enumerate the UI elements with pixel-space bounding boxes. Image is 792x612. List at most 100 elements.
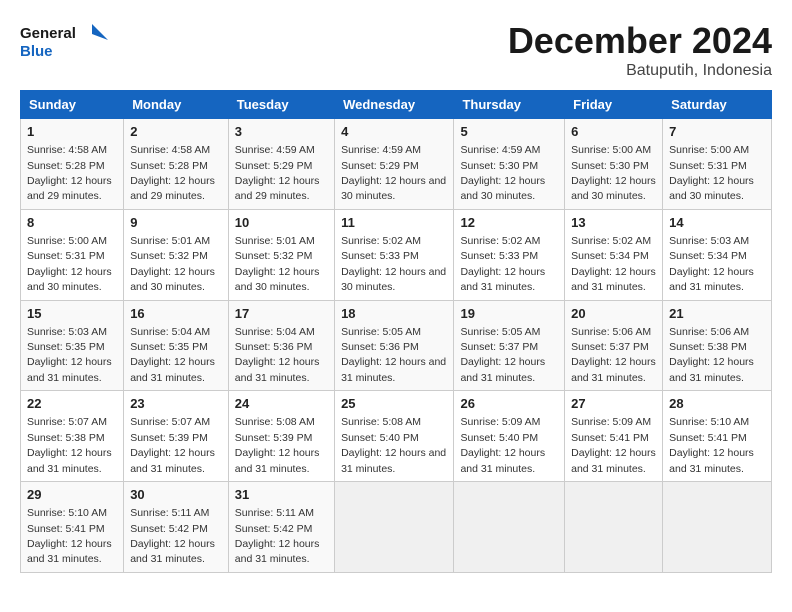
day-number: 12 bbox=[460, 214, 558, 232]
table-row: 5 Sunrise: 4:59 AMSunset: 5:30 PMDayligh… bbox=[454, 119, 565, 210]
day-info: Sunrise: 5:09 AMSunset: 5:41 PMDaylight:… bbox=[571, 416, 656, 474]
day-info: Sunrise: 4:59 AMSunset: 5:29 PMDaylight:… bbox=[341, 144, 446, 202]
table-row: 25 Sunrise: 5:08 AMSunset: 5:40 PMDaylig… bbox=[335, 391, 454, 482]
day-number: 27 bbox=[571, 395, 656, 413]
day-info: Sunrise: 5:02 AMSunset: 5:34 PMDaylight:… bbox=[571, 235, 656, 293]
header-row: Sunday Monday Tuesday Wednesday Thursday… bbox=[21, 91, 772, 119]
day-info: Sunrise: 5:00 AMSunset: 5:31 PMDaylight:… bbox=[669, 144, 754, 202]
day-number: 9 bbox=[130, 214, 222, 232]
table-row: 31 Sunrise: 5:11 AMSunset: 5:42 PMDaylig… bbox=[228, 482, 334, 573]
table-row: 7 Sunrise: 5:00 AMSunset: 5:31 PMDayligh… bbox=[663, 119, 772, 210]
logo: General Blue bbox=[20, 20, 110, 65]
location-title: Batuputih, Indonesia bbox=[508, 62, 772, 80]
calendar-row: 29 Sunrise: 5:10 AMSunset: 5:41 PMDaylig… bbox=[21, 482, 772, 573]
table-row: 15 Sunrise: 5:03 AMSunset: 5:35 PMDaylig… bbox=[21, 300, 124, 391]
day-info: Sunrise: 5:05 AMSunset: 5:37 PMDaylight:… bbox=[460, 326, 545, 384]
day-number: 22 bbox=[27, 395, 117, 413]
day-info: Sunrise: 4:58 AMSunset: 5:28 PMDaylight:… bbox=[27, 144, 112, 202]
day-info: Sunrise: 5:00 AMSunset: 5:31 PMDaylight:… bbox=[27, 235, 112, 293]
day-number: 24 bbox=[235, 395, 328, 413]
table-row bbox=[454, 482, 565, 573]
day-number: 30 bbox=[130, 486, 222, 504]
calendar-row: 15 Sunrise: 5:03 AMSunset: 5:35 PMDaylig… bbox=[21, 300, 772, 391]
day-info: Sunrise: 5:09 AMSunset: 5:40 PMDaylight:… bbox=[460, 416, 545, 474]
day-info: Sunrise: 4:59 AMSunset: 5:29 PMDaylight:… bbox=[235, 144, 320, 202]
day-number: 19 bbox=[460, 305, 558, 323]
calendar-table: Sunday Monday Tuesday Wednesday Thursday… bbox=[20, 90, 772, 573]
logo-svg: General Blue bbox=[20, 20, 110, 65]
day-number: 2 bbox=[130, 123, 222, 141]
day-info: Sunrise: 5:08 AMSunset: 5:39 PMDaylight:… bbox=[235, 416, 320, 474]
day-info: Sunrise: 5:06 AMSunset: 5:38 PMDaylight:… bbox=[669, 326, 754, 384]
day-info: Sunrise: 5:07 AMSunset: 5:38 PMDaylight:… bbox=[27, 416, 112, 474]
day-number: 29 bbox=[27, 486, 117, 504]
table-row: 23 Sunrise: 5:07 AMSunset: 5:39 PMDaylig… bbox=[124, 391, 229, 482]
table-row: 11 Sunrise: 5:02 AMSunset: 5:33 PMDaylig… bbox=[335, 209, 454, 300]
day-info: Sunrise: 5:07 AMSunset: 5:39 PMDaylight:… bbox=[130, 416, 215, 474]
table-row: 4 Sunrise: 4:59 AMSunset: 5:29 PMDayligh… bbox=[335, 119, 454, 210]
day-number: 3 bbox=[235, 123, 328, 141]
day-info: Sunrise: 5:03 AMSunset: 5:34 PMDaylight:… bbox=[669, 235, 754, 293]
day-number: 28 bbox=[669, 395, 765, 413]
day-info: Sunrise: 5:01 AMSunset: 5:32 PMDaylight:… bbox=[130, 235, 215, 293]
col-saturday: Saturday bbox=[663, 91, 772, 119]
day-number: 15 bbox=[27, 305, 117, 323]
table-row: 22 Sunrise: 5:07 AMSunset: 5:38 PMDaylig… bbox=[21, 391, 124, 482]
calendar-row: 8 Sunrise: 5:00 AMSunset: 5:31 PMDayligh… bbox=[21, 209, 772, 300]
table-row: 12 Sunrise: 5:02 AMSunset: 5:33 PMDaylig… bbox=[454, 209, 565, 300]
day-number: 8 bbox=[27, 214, 117, 232]
day-info: Sunrise: 5:11 AMSunset: 5:42 PMDaylight:… bbox=[235, 507, 320, 565]
table-row bbox=[565, 482, 663, 573]
day-info: Sunrise: 5:01 AMSunset: 5:32 PMDaylight:… bbox=[235, 235, 320, 293]
day-info: Sunrise: 5:02 AMSunset: 5:33 PMDaylight:… bbox=[341, 235, 446, 293]
table-row: 24 Sunrise: 5:08 AMSunset: 5:39 PMDaylig… bbox=[228, 391, 334, 482]
table-row: 16 Sunrise: 5:04 AMSunset: 5:35 PMDaylig… bbox=[124, 300, 229, 391]
day-number: 23 bbox=[130, 395, 222, 413]
col-wednesday: Wednesday bbox=[335, 91, 454, 119]
day-info: Sunrise: 5:10 AMSunset: 5:41 PMDaylight:… bbox=[27, 507, 112, 565]
table-row: 1 Sunrise: 4:58 AMSunset: 5:28 PMDayligh… bbox=[21, 119, 124, 210]
table-row: 3 Sunrise: 4:59 AMSunset: 5:29 PMDayligh… bbox=[228, 119, 334, 210]
day-number: 20 bbox=[571, 305, 656, 323]
day-info: Sunrise: 5:11 AMSunset: 5:42 PMDaylight:… bbox=[130, 507, 215, 565]
col-friday: Friday bbox=[565, 91, 663, 119]
day-info: Sunrise: 5:10 AMSunset: 5:41 PMDaylight:… bbox=[669, 416, 754, 474]
day-number: 1 bbox=[27, 123, 117, 141]
col-monday: Monday bbox=[124, 91, 229, 119]
table-row: 10 Sunrise: 5:01 AMSunset: 5:32 PMDaylig… bbox=[228, 209, 334, 300]
day-info: Sunrise: 4:58 AMSunset: 5:28 PMDaylight:… bbox=[130, 144, 215, 202]
table-row: 27 Sunrise: 5:09 AMSunset: 5:41 PMDaylig… bbox=[565, 391, 663, 482]
table-row: 28 Sunrise: 5:10 AMSunset: 5:41 PMDaylig… bbox=[663, 391, 772, 482]
day-number: 18 bbox=[341, 305, 447, 323]
day-number: 21 bbox=[669, 305, 765, 323]
day-number: 4 bbox=[341, 123, 447, 141]
day-number: 31 bbox=[235, 486, 328, 504]
day-number: 14 bbox=[669, 214, 765, 232]
day-info: Sunrise: 5:05 AMSunset: 5:36 PMDaylight:… bbox=[341, 326, 446, 384]
day-number: 26 bbox=[460, 395, 558, 413]
table-row: 29 Sunrise: 5:10 AMSunset: 5:41 PMDaylig… bbox=[21, 482, 124, 573]
day-number: 11 bbox=[341, 214, 447, 232]
svg-text:General: General bbox=[20, 25, 76, 42]
table-row: 2 Sunrise: 4:58 AMSunset: 5:28 PMDayligh… bbox=[124, 119, 229, 210]
day-number: 17 bbox=[235, 305, 328, 323]
title-area: December 2024 Batuputih, Indonesia bbox=[508, 20, 772, 80]
day-number: 6 bbox=[571, 123, 656, 141]
header: General Blue December 2024 Batuputih, In… bbox=[20, 20, 772, 80]
table-row: 20 Sunrise: 5:06 AMSunset: 5:37 PMDaylig… bbox=[565, 300, 663, 391]
col-tuesday: Tuesday bbox=[228, 91, 334, 119]
col-sunday: Sunday bbox=[21, 91, 124, 119]
table-row: 19 Sunrise: 5:05 AMSunset: 5:37 PMDaylig… bbox=[454, 300, 565, 391]
day-info: Sunrise: 4:59 AMSunset: 5:30 PMDaylight:… bbox=[460, 144, 545, 202]
day-info: Sunrise: 5:04 AMSunset: 5:36 PMDaylight:… bbox=[235, 326, 320, 384]
svg-text:Blue: Blue bbox=[20, 43, 53, 60]
day-number: 5 bbox=[460, 123, 558, 141]
day-number: 13 bbox=[571, 214, 656, 232]
day-info: Sunrise: 5:02 AMSunset: 5:33 PMDaylight:… bbox=[460, 235, 545, 293]
day-info: Sunrise: 5:06 AMSunset: 5:37 PMDaylight:… bbox=[571, 326, 656, 384]
table-row: 13 Sunrise: 5:02 AMSunset: 5:34 PMDaylig… bbox=[565, 209, 663, 300]
month-title: December 2024 bbox=[508, 20, 772, 62]
table-row: 8 Sunrise: 5:00 AMSunset: 5:31 PMDayligh… bbox=[21, 209, 124, 300]
table-row: 18 Sunrise: 5:05 AMSunset: 5:36 PMDaylig… bbox=[335, 300, 454, 391]
table-row: 30 Sunrise: 5:11 AMSunset: 5:42 PMDaylig… bbox=[124, 482, 229, 573]
